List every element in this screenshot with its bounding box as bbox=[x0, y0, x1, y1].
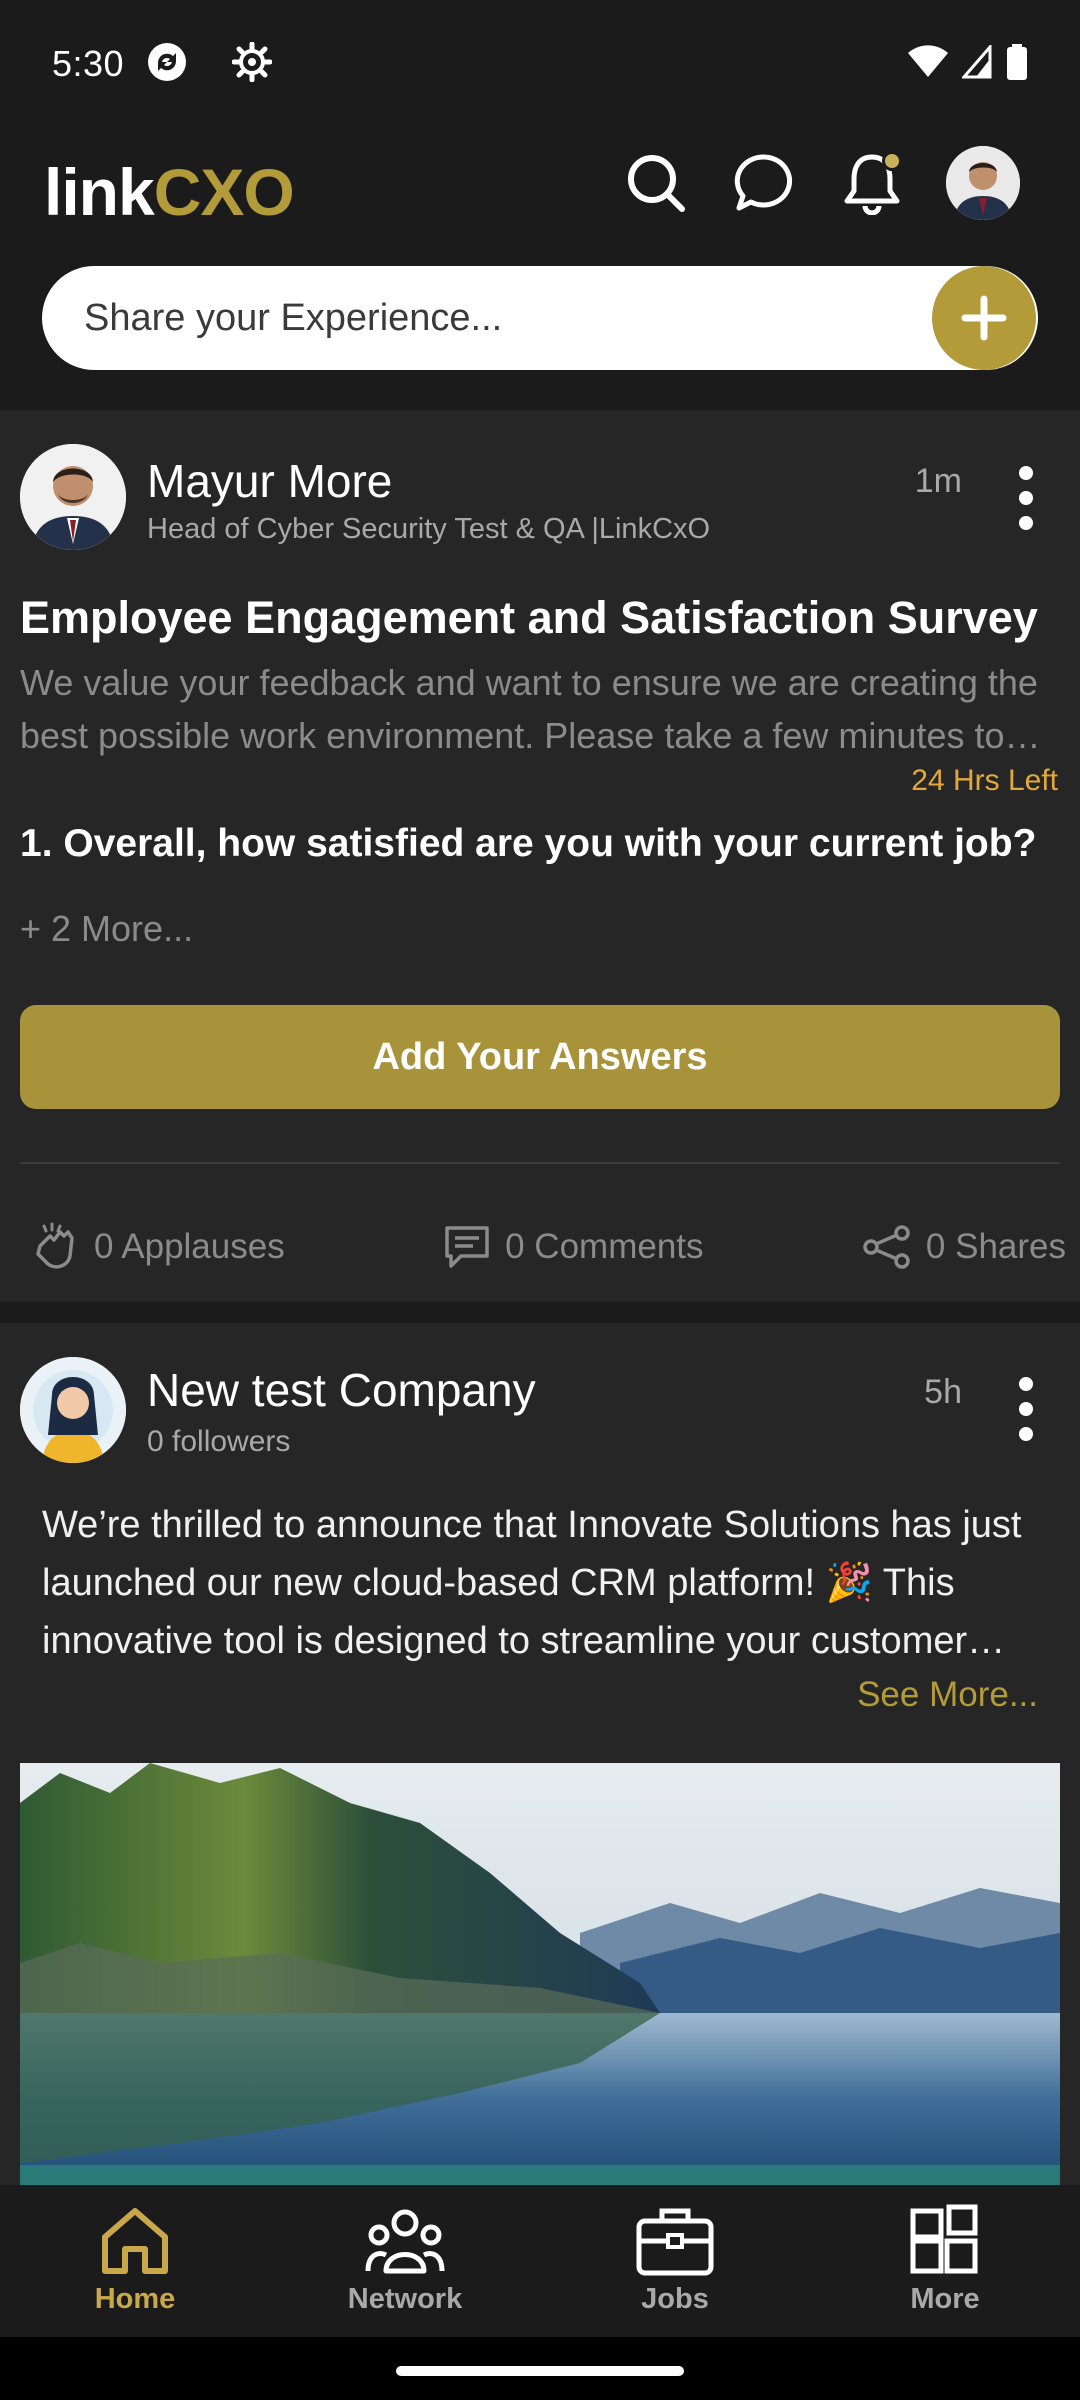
company-post-card: New test Company 0 followers 5h We’re th… bbox=[0, 1323, 1080, 2185]
notification-dot bbox=[882, 151, 902, 171]
nav-network[interactable]: Network bbox=[270, 2185, 540, 2337]
nav-more[interactable]: More bbox=[810, 2185, 1080, 2337]
grid-icon bbox=[910, 2204, 978, 2274]
profile-avatar[interactable] bbox=[946, 146, 1020, 220]
share-experience-input[interactable]: Share your Experience... bbox=[42, 266, 1038, 370]
add-answers-button[interactable]: Add Your Answers bbox=[20, 1005, 1060, 1109]
app-header: link CXO Share your Experience... bbox=[0, 128, 1080, 410]
comments-count: 0 Comments bbox=[505, 1227, 704, 1266]
post-body: We’re thrilled to announce that Innovate… bbox=[42, 1504, 1022, 1662]
nav-home[interactable]: Home bbox=[0, 2185, 270, 2337]
bottom-navigation: Home Network Jobs More bbox=[0, 2185, 1080, 2337]
author-title: Head of Cyber Security Test & QA |LinkCx… bbox=[147, 513, 711, 545]
chat-icon[interactable] bbox=[730, 149, 798, 217]
survey-deadline: 24 Hrs Left bbox=[911, 764, 1058, 797]
post-stats-bar: 0 Applauses 0 Comments 0 Shares bbox=[0, 1202, 1080, 1292]
logo-brand: CXO bbox=[153, 155, 295, 229]
notification-bell-icon[interactable] bbox=[838, 149, 906, 217]
post-options-icon[interactable] bbox=[1006, 1377, 1046, 1441]
nav-jobs[interactable]: Jobs bbox=[540, 2185, 810, 2337]
survey-post-card: Mayur More Head of Cyber Security Test &… bbox=[0, 412, 1080, 1302]
see-more-link[interactable]: See More... bbox=[857, 1675, 1038, 1715]
comment-icon bbox=[445, 1226, 489, 1268]
nav-jobs-label: Jobs bbox=[641, 2283, 709, 2315]
followers-count: 0 followers bbox=[147, 1425, 291, 1458]
share-icon bbox=[863, 1225, 910, 1269]
post-time: 1m bbox=[914, 462, 962, 500]
shares-count: 0 Shares bbox=[925, 1227, 1066, 1266]
survey-title: Employee Engagement and Satisfaction Sur… bbox=[20, 592, 1038, 643]
company-name[interactable]: New test Company bbox=[147, 1363, 536, 1417]
survey-description: We value your feedback and want to ensur… bbox=[20, 662, 1038, 756]
survey-more-questions[interactable]: + 2 More... bbox=[20, 908, 193, 950]
sync-icon bbox=[146, 41, 188, 88]
linkcxo-logo[interactable]: link CXO bbox=[44, 152, 295, 232]
divider bbox=[20, 1162, 1060, 1164]
network-icon bbox=[365, 2209, 445, 2274]
add-post-button[interactable] bbox=[932, 266, 1036, 370]
logo-prefix: link bbox=[44, 155, 155, 229]
home-icon bbox=[102, 2208, 168, 2274]
battery-icon bbox=[1006, 43, 1028, 85]
applause-count: 0 Applauses bbox=[94, 1227, 285, 1266]
applause-button[interactable]: 0 Applauses bbox=[30, 1222, 285, 1272]
post-time: 5h bbox=[924, 1373, 962, 1411]
applause-icon bbox=[36, 1222, 74, 1269]
author-avatar[interactable] bbox=[20, 444, 126, 550]
briefcase-icon bbox=[636, 2208, 714, 2276]
survey-question: 1. Overall, how satisfied are you with y… bbox=[20, 822, 1037, 865]
author-name[interactable]: Mayur More bbox=[147, 454, 392, 508]
post-options-icon[interactable] bbox=[1006, 466, 1046, 530]
nav-home-label: Home bbox=[94, 2283, 176, 2315]
share-button[interactable]: 0 Shares bbox=[862, 1225, 1066, 1269]
plus-icon bbox=[961, 295, 1007, 341]
nav-network-label: Network bbox=[347, 2283, 463, 2315]
post-image[interactable] bbox=[20, 1763, 1060, 2185]
share-placeholder: Share your Experience... bbox=[84, 296, 503, 339]
signal-icon bbox=[960, 42, 992, 84]
nav-more-label: More bbox=[910, 2283, 980, 2315]
status-time: 5:30 bbox=[52, 43, 125, 84]
status-bar: 5:30 bbox=[0, 0, 1080, 128]
search-icon[interactable] bbox=[622, 149, 690, 217]
company-avatar[interactable] bbox=[20, 1357, 126, 1463]
settings-gear-icon bbox=[231, 41, 273, 87]
comments-button[interactable]: 0 Comments bbox=[443, 1224, 704, 1270]
feed-separator bbox=[0, 1302, 1080, 1323]
gesture-handle[interactable] bbox=[396, 2366, 684, 2376]
wifi-icon bbox=[908, 44, 948, 84]
